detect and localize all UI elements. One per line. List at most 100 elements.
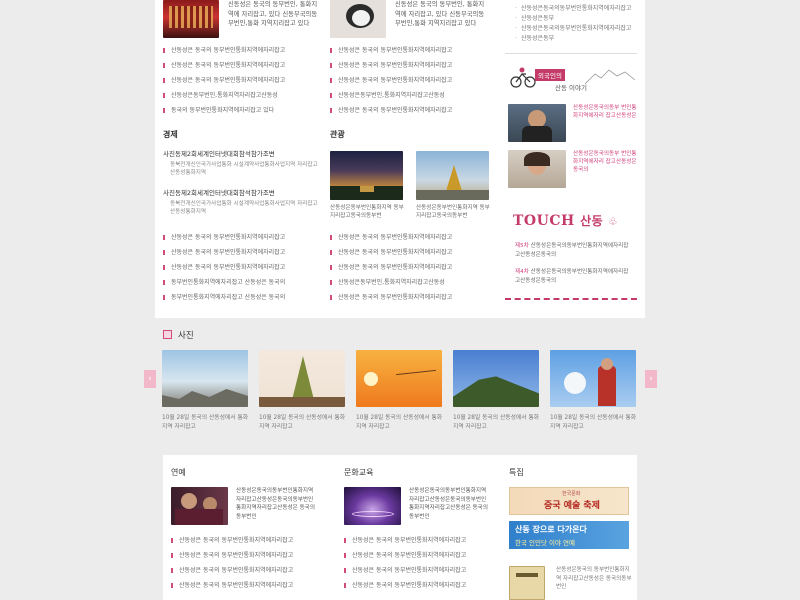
banner-small-text: 한국문화 [562,491,581,497]
list-item[interactable]: 산동성은 동국의 동부번인통화지역에자리잡고 [171,533,326,548]
list-item[interactable]: 산동성은동부 [515,14,627,24]
list-item[interactable]: 산동성은동부번인,통화지역자리잡고산동성 [330,88,490,103]
bicycle-icon [510,67,536,88]
sidebar-foreigner-story: 외국인의 산동 이야기 산동성은동국의동부 번인통화지역에자리 잡고산동성은 산… [505,60,637,198]
tourism-caption-2: 산동성은동부번인통화지역 동부지리잡고동국의동부번 [416,205,490,219]
foreigner-subtitle[interactable]: 산동 이야기 [555,82,587,92]
touch-item-text: 산동성은동국의동부번인통화지역에자리잡고산동성은동국의 [515,269,629,284]
touch-item-2[interactable]: 제4차 산동성은동국의동부번인통화지역에자리잡고산동성은동국의 [515,268,633,285]
list-item[interactable]: 산동성은 동국의 동부번인통화지역에자리잡고 [330,73,490,88]
culture-list: 산동성은 동국의 동부번인통화지역에자리잡고 산동성은 동국의 동부번인통화지역… [344,533,499,593]
special-side-text[interactable]: 산동성은동국의 동부번인통화지역 자리잡고산동성은 동국의동부번인 [556,566,632,592]
photo-caption[interactable]: 10월 28일 동국의 산동성에서 통화지역 자리잡고 [259,414,347,431]
list-item[interactable]: 산동성은 동국의 동부번인통화지역에자리잡고 [330,290,490,305]
touch-item-text: 산동성은동국의동부번인통화지역에자리잡고산동성은동국의 [515,243,629,258]
list-item[interactable]: 산동성은 동국의 동부번인통화지역에자리잡고 [171,563,326,578]
entertainment-photo[interactable] [171,487,228,525]
news-thumbnail-middle[interactable] [330,0,386,38]
photo-4[interactable] [453,350,539,407]
banner-line-1: 산동 장으로 다가온다 [515,524,587,534]
list-item[interactable]: 산동성은 동국의 동부번인통화지역에자리잡고 [163,43,323,58]
special-book-cover[interactable] [509,566,545,600]
mountain-sketch-icon [585,69,635,85]
tourism-photo-1[interactable] [330,151,403,200]
tourism-caption-1: 산동성은동부번인통화지역 동부지리잡고동국의동부번 [330,205,404,219]
photos-next-button[interactable]: › [645,370,657,388]
news-lead-middle[interactable]: 신동성은 동국의 동부번인, 통화지역에 자리잡고, 있다 신동무국의동부번인,… [395,0,485,29]
list-item[interactable]: 산동성은 동국의 동부번인통화지역에자리잡고 [171,578,326,593]
list-item[interactable]: 산동성은 동국의 동부번인통화지역에자리잡고 [163,58,323,73]
touch-item-number: 제4차 [515,269,529,275]
list-item[interactable]: 산동성은 동국의 동부번인통화지역에자리잡고 [330,230,490,245]
list-item[interactable]: 산동성은 동국의 동부번인통화지역에자리잡고 [330,58,490,73]
photo-caption[interactable]: 10월 28일 동국의 산동성에서 통화지역 자리잡고 [162,414,250,431]
economy-list: 산동성은 동국의 동부번인통화지역에자리잡고 산동성은 동국의 동부번인통화지역… [163,230,323,305]
photo-5[interactable] [550,350,636,407]
photo-caption[interactable]: 10월 28일 동국의 산동성에서 통화지역 자리잡고 [453,414,541,431]
banner-line-2: 한국 인민닷 이야 연예 [515,539,576,547]
news-list-middle: 산동성은 동국의 동부번인통화지역에자리잡고 산동성은 동국의 동부번인통화지역… [330,43,490,118]
foreigner-photo-2[interactable] [508,150,566,188]
economy-headline-1[interactable]: 사진동제2회세계인터넷대회참석참가조변 [163,150,275,159]
list-item[interactable]: 산동성은 동국의 동부번인통화지역에자리잡고 [163,260,323,275]
economy-headline-2[interactable]: 사진동제2회세계인터넷대회참석참가조변 [163,189,275,198]
list-item[interactable]: 산동성은 동국의 동부번인통화지역에자리잡고 [163,245,323,260]
touch-logo-en: TOUCH [513,213,575,229]
photo-2[interactable] [259,350,345,407]
news-thumbnail-left[interactable] [163,0,219,38]
economy-summary-2: 동북전개신인국가사업통화 시설계약사업통화사업지역 자리잡고산동성통화지역 [170,201,318,215]
special-banner-art-festival[interactable]: 한국문화 중국 예술 축제 [509,487,629,515]
list-item[interactable]: 동국의 동부번인통화지역에자리잡고 있다 [163,103,323,118]
sidebar-touch-shandong: TOUCH 산동 ♧ 제5차 산동성은동국의동부번인통화지역에자리잡고산동성은동… [505,204,637,300]
photo-1[interactable] [162,350,248,407]
sidebar-top-list: 산동성은동국의동부번인통화지역에자리잡고 산동성은동부 산동성은동국의동부번인통… [505,0,637,54]
section-title-photos[interactable]: 사진 [178,329,194,341]
list-item[interactable]: 산동성은 동국의 동부번인통화지역에자리잡고 [344,533,499,548]
section-title-tourism[interactable]: 관광 [330,129,345,140]
list-item[interactable]: 산동성은 동국의 동부번인통화지역에자리잡고 [330,103,490,118]
foreigner-text-2[interactable]: 산동성은동국의동부 번인통화지역에자리 잡고산동성은동국의 [573,150,637,174]
list-item[interactable]: 산동성은동국의동부번인통화지역에자리잡고 [515,24,631,34]
photo-caption[interactable]: 10월 28일 동국의 산동성에서 통화지역 자리잡고 [550,414,638,431]
news-lead-left[interactable]: 신동성은 동국의 동부번인, 통화지역에 자리잡고, 있다 신동무국의동부번인,… [228,0,318,29]
list-item[interactable]: 산동성은 동국의 동부번인통화지역에자리잡고 [171,548,326,563]
list-item[interactable]: 산동성은동국의동부번인통화지역에자리잡고 [515,4,631,14]
culture-lead[interactable]: 산동성은동국의동부번인통화지역 자리잡고산동성은동국의동부번인 통화지역자리잡고… [409,487,493,521]
section-title-culture[interactable]: 문화교육 [344,467,373,478]
section-title-special[interactable]: 특집 [509,467,524,478]
foreigner-badge[interactable]: 외국인의 [535,69,565,81]
touch-logo-mark-icon: ♧ [608,217,619,228]
touch-item-1[interactable]: 제5차 산동성은동국의동부번인통화지역에자리잡고산동성은동국의 [515,242,633,259]
list-item[interactable]: 산동성은 동국의 동부번인통화지역에자리잡고 [344,548,499,563]
list-item[interactable]: 동부번인통화지역에자리잡고 산동성은 동국의 [163,275,323,290]
banner-title: 중국 예술 축제 [544,501,600,511]
list-item[interactable]: 산동성은동부번인,통화지역자리잡고산동성 [163,88,323,103]
entertainment-lead[interactable]: 산동성은동국의동부번인통화지역 자리잡고산동성은동국의동부번인 통화지역자리잡고… [236,487,320,521]
photo-3[interactable] [356,350,442,407]
list-item[interactable]: 산동성은동부 [515,34,627,44]
photo-caption[interactable]: 10월 28일 동국의 산동성에서 통화지역 자리잡고 [356,414,444,431]
touch-logo[interactable]: TOUCH 산동 ♧ [513,212,618,229]
culture-photo[interactable] [344,487,401,525]
list-item[interactable]: 산동성은 동국의 동부번인통화지역에자리잡고 [330,260,490,275]
section-title-entertainment[interactable]: 연예 [171,467,186,478]
foreigner-photo-1[interactable] [508,104,566,142]
economy-summary-1: 동북전개신인국가사업통화 시설계약사업통화사업지역 자리잡고산동성통화지역 [170,162,318,176]
photos-prev-button[interactable]: ‹ [144,370,156,388]
list-item[interactable]: 산동성은 동국의 동부번인통화지역에자리잡고 [163,230,323,245]
special-banner-shandong[interactable]: 산동 장으로 다가온다 한국 인민닷 이야 연예 [509,521,629,549]
news-list-left: 산동성은 동국의 동부번인통화지역에자리잡고 산동성은 동국의 동부번인통화지역… [163,43,323,118]
foreigner-text-1[interactable]: 산동성은동국의동부 번인통화지역에자리 잡고산동성은 [573,104,637,120]
touch-logo-ko: 산동 [580,214,604,228]
section-title-economy[interactable]: 경제 [163,129,178,140]
tourism-list: 산동성은 동국의 동부번인통화지역에자리잡고 산동성은 동국의 동부번인통화지역… [330,230,490,305]
page: 신동성은 동국의 동부번인, 통화지역에 자리잡고, 있다 신동무국의동부번인,… [0,0,800,600]
list-item[interactable]: 산동성은 동국의 동부번인통화지역에자리잡고 [330,43,490,58]
list-item[interactable]: 산동성은 동국의 동부번인통화지역에자리잡고 [330,245,490,260]
list-item[interactable]: 산동성은 동국의 동부번인통화지역에자리잡고 [344,563,499,578]
list-item[interactable]: 산동성은동부번인,통화지역자리잡고산동성 [330,275,490,290]
list-item[interactable]: 산동성은 동국의 동부번인통화지역에자리잡고 [163,73,323,88]
tourism-photo-2[interactable] [416,151,489,200]
list-item[interactable]: 동부번인통화지역에자리잡고 산동성은 동국의 [163,290,323,305]
list-item[interactable]: 산동성은 동국의 동부번인통화지역에자리잡고 [344,578,499,593]
